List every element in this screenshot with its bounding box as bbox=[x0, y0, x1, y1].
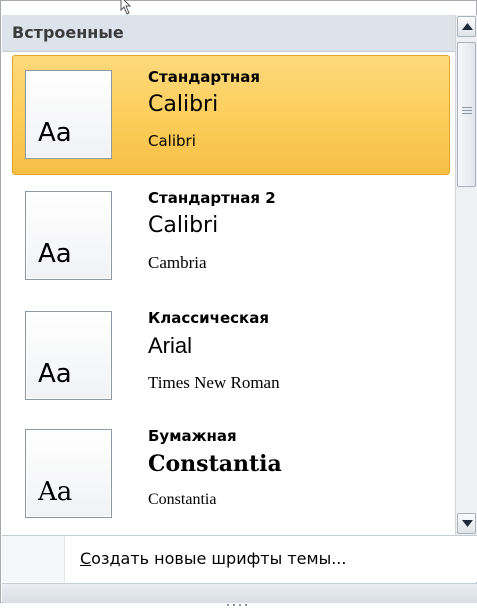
create-label-accelerator: С bbox=[80, 549, 92, 568]
font-preview-text: Aa bbox=[38, 359, 72, 389]
body-font-name: Constantia bbox=[148, 491, 217, 508]
menu-icon-gutter bbox=[2, 536, 65, 582]
heading-font-name: Calibri bbox=[148, 92, 219, 117]
vertical-scrollbar[interactable] bbox=[455, 15, 477, 535]
font-item-paper[interactable]: Aa Бумажная Constantia Constantia bbox=[12, 414, 450, 534]
body-font-name: Calibri bbox=[148, 132, 196, 150]
thumb-grip-icon bbox=[462, 107, 472, 116]
create-theme-fonts-button[interactable]: Создать новые шрифты темы... bbox=[2, 536, 477, 582]
font-preview-tile: Aa bbox=[25, 311, 112, 400]
resize-grip-icon bbox=[227, 591, 257, 606]
font-item-standard-2[interactable]: Aa Стандартная 2 Calibri Cambria bbox=[12, 176, 450, 296]
scroll-up-button[interactable] bbox=[457, 16, 476, 37]
create-label-rest: оздать новые шрифты темы... bbox=[91, 549, 347, 568]
section-header: Встроенные bbox=[2, 15, 455, 52]
theme-fonts-dropdown: Встроенные Aa Стандартная Calibri Calibr… bbox=[0, 0, 477, 606]
heading-font-name: Constantia bbox=[148, 451, 282, 477]
font-item-name: Классическая bbox=[148, 309, 269, 327]
font-preview-text: Aa bbox=[38, 118, 72, 148]
font-item-standard[interactable]: Aa Стандартная Calibri Calibri bbox=[12, 55, 450, 175]
font-gallery: Aa Стандартная Calibri Calibri Aa Станда… bbox=[2, 52, 455, 535]
font-preview-text: Aa bbox=[38, 239, 72, 269]
font-preview-tile: Aa bbox=[25, 429, 112, 518]
font-item-name: Стандартная bbox=[148, 68, 260, 86]
scroll-up-arrow-icon bbox=[462, 23, 473, 30]
scroll-down-button[interactable] bbox=[457, 513, 476, 534]
scroll-down-arrow-icon bbox=[462, 520, 473, 527]
heading-font-name: Calibri bbox=[148, 213, 219, 238]
font-preview-text: Aa bbox=[38, 477, 73, 507]
font-item-name: Стандартная 2 bbox=[148, 189, 276, 207]
scroll-thumb[interactable] bbox=[457, 42, 476, 187]
font-item-name: Бумажная bbox=[148, 427, 237, 445]
body-font-name: Times New Roman bbox=[148, 373, 280, 392]
font-preview-tile: Aa bbox=[25, 70, 112, 159]
create-theme-fonts-label: Создать новые шрифты темы... bbox=[80, 549, 346, 568]
body-font-name: Cambria bbox=[148, 253, 207, 272]
font-item-classic[interactable]: Aa Классическая Arial Times New Roman bbox=[12, 296, 450, 416]
resize-grip[interactable] bbox=[2, 583, 477, 606]
section-header-label: Встроенные bbox=[12, 23, 124, 42]
heading-font-name: Arial bbox=[148, 333, 193, 358]
font-preview-tile: Aa bbox=[25, 191, 112, 280]
